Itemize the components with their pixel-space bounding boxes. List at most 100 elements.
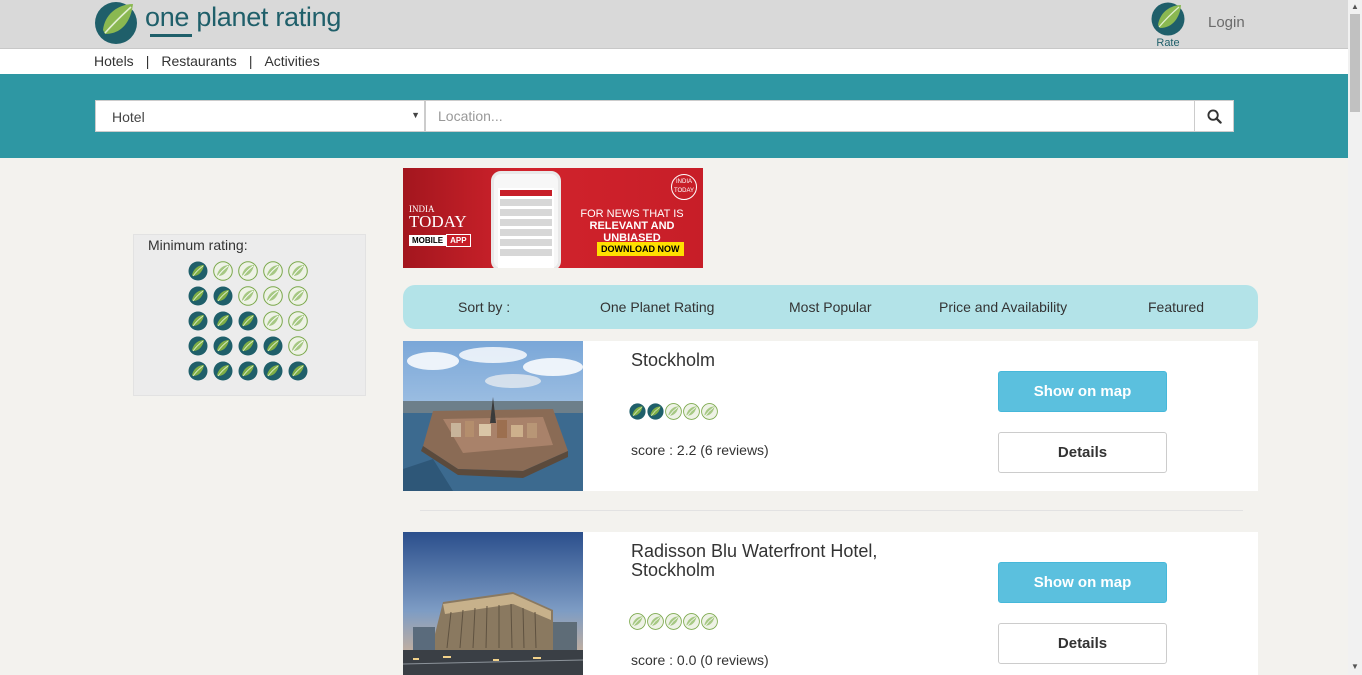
ad-brand-line2: TODAY: [409, 212, 467, 231]
result-name[interactable]: Radisson Blu Waterfront Hotel, Stockholm: [631, 542, 921, 580]
scroll-up-icon[interactable]: ▲: [1351, 2, 1359, 11]
result-rating: [629, 403, 718, 420]
leaf-filled-icon: [263, 336, 283, 356]
scroll-down-icon[interactable]: ▼: [1351, 662, 1359, 671]
leaf-empty-icon: [263, 261, 283, 281]
ad-brand-tag1: MOBILE: [409, 235, 447, 246]
min-rating-option-2[interactable]: [188, 286, 308, 306]
leaf-empty-icon: [665, 613, 682, 630]
rate-label: Rate: [1156, 37, 1180, 49]
ad-badge: INDIA TODAY: [671, 174, 697, 200]
sort-bar: Sort by : One Planet Rating Most Popular…: [403, 285, 1258, 329]
leaf-empty-icon: [238, 286, 258, 306]
show-on-map-button[interactable]: Show on map: [998, 371, 1167, 412]
leaf-filled-icon: [213, 286, 233, 306]
rate-button[interactable]: Rate: [1148, 0, 1188, 49]
leaf-empty-icon: [683, 403, 700, 420]
min-rating-filter: Minimum rating:: [133, 234, 366, 396]
leaf-filled-icon: [263, 361, 283, 381]
leaf-filled-icon: [647, 403, 664, 420]
leaf-filled-icon: [213, 361, 233, 381]
leaf-empty-icon: [288, 286, 308, 306]
leaf-filled-icon: [288, 361, 308, 381]
leaf-filled-icon: [629, 403, 646, 420]
site-logo[interactable]: one planet rating: [93, 0, 341, 46]
result-divider: [420, 510, 1243, 511]
ad-brand: INDIA TODAY MOBILE APP: [409, 204, 471, 248]
ad-copy-line1: FOR NEWS THAT IS: [580, 208, 684, 220]
ad-copy-line2: RELEVANT AND UNBIASED: [589, 220, 675, 244]
leaf-empty-icon: [288, 311, 308, 331]
leaf-filled-icon: [188, 311, 208, 331]
min-rating-option-1[interactable]: [188, 261, 308, 281]
nav-separator: |: [145, 53, 150, 69]
leaf-empty-icon: [683, 613, 700, 630]
leaf-empty-icon: [629, 613, 646, 630]
nav-separator: |: [248, 53, 253, 69]
category-nav: Hotels | Restaurants | Activities: [0, 49, 1348, 74]
leaf-filled-icon: [188, 261, 208, 281]
page-scrollbar[interactable]: ▲ ▼: [1348, 0, 1362, 675]
category-select-value: Hotel: [112, 109, 145, 125]
ad-phone-image: [491, 171, 561, 268]
details-button[interactable]: Details: [998, 432, 1167, 473]
ad-download-button[interactable]: DOWNLOAD NOW: [597, 242, 684, 256]
select-caret-icon: ▼: [411, 110, 420, 120]
filter-title: Minimum rating:: [148, 237, 248, 253]
sort-price-availability[interactable]: Price and Availability: [939, 299, 1067, 315]
leaf-empty-icon: [263, 286, 283, 306]
leaf-empty-icon: [701, 403, 718, 420]
leaf-empty-icon: [263, 311, 283, 331]
leaf-empty-icon: [238, 261, 258, 281]
sort-one-planet-rating[interactable]: One Planet Rating: [600, 299, 714, 315]
leaf-empty-icon: [665, 403, 682, 420]
ad-brand-tag2: APP: [446, 234, 471, 247]
login-link[interactable]: Login: [1208, 14, 1245, 31]
search-band: Hotel ▼: [0, 74, 1348, 158]
result-rating: [629, 613, 718, 630]
scroll-thumb[interactable]: [1350, 14, 1360, 112]
location-input[interactable]: [425, 100, 1195, 132]
result-card: Stockholm score : 2.2 (6 reviews) Show o…: [403, 341, 1258, 491]
show-on-map-button[interactable]: Show on map: [998, 562, 1167, 603]
leaf-filled-icon: [238, 336, 258, 356]
sort-featured[interactable]: Featured: [1148, 299, 1204, 315]
sort-most-popular[interactable]: Most Popular: [789, 299, 871, 315]
min-rating-option-3[interactable]: [188, 311, 308, 331]
leaf-empty-icon: [288, 261, 308, 281]
planet-leaf-logo-icon: [95, 2, 137, 44]
leaf-filled-icon: [238, 361, 258, 381]
nav-restaurants[interactable]: Restaurants: [161, 53, 236, 69]
search-icon: [1206, 108, 1222, 124]
leaf-filled-icon: [238, 311, 258, 331]
search-button[interactable]: [1194, 100, 1234, 132]
logo-underline: [150, 34, 192, 37]
sort-label: Sort by :: [458, 299, 511, 315]
ad-banner[interactable]: INDIA TODAY MOBILE APP FOR NEWS THAT IS R…: [403, 168, 703, 268]
leaf-filled-icon: [213, 311, 233, 331]
leaf-empty-icon: [647, 613, 664, 630]
leaf-filled-icon: [213, 336, 233, 356]
top-header: one planet rating Rate Login: [0, 0, 1348, 49]
result-score: score : 0.0 (0 reviews): [631, 652, 769, 668]
rate-leaf-icon: [1151, 2, 1185, 36]
leaf-filled-icon: [188, 286, 208, 306]
leaf-empty-icon: [701, 613, 718, 630]
leaf-empty-icon: [288, 336, 308, 356]
nav-activities[interactable]: Activities: [264, 53, 319, 69]
min-rating-option-4[interactable]: [188, 336, 308, 356]
details-button[interactable]: Details: [998, 623, 1167, 664]
min-rating-option-5[interactable]: [188, 361, 308, 381]
result-name[interactable]: Stockholm: [631, 351, 921, 370]
leaf-filled-icon: [188, 336, 208, 356]
leaf-filled-icon: [188, 361, 208, 381]
ad-copy: FOR NEWS THAT IS RELEVANT AND UNBIASED: [577, 208, 687, 244]
result-photo-radisson[interactable]: [403, 532, 583, 675]
nav-hotels[interactable]: Hotels: [94, 53, 134, 69]
result-photo-stockholm[interactable]: [403, 341, 583, 491]
logo-wordmark: one planet rating: [145, 2, 342, 32]
category-select[interactable]: Hotel ▼: [95, 100, 425, 132]
leaf-empty-icon: [213, 261, 233, 281]
result-card: Radisson Blu Waterfront Hotel, Stockholm…: [403, 532, 1258, 675]
result-score: score : 2.2 (6 reviews): [631, 442, 769, 458]
